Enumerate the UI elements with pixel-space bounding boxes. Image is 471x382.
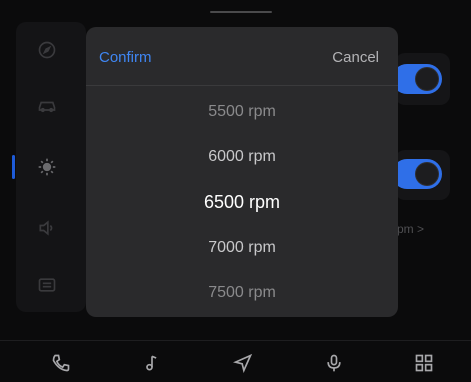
vehicle-settings-screen: pm > Confirm Cancel 5500 rpm 6000 rpm 65… <box>0 0 471 382</box>
car-icon[interactable] <box>32 90 62 120</box>
setting-toggle-1[interactable] <box>392 64 442 94</box>
picker-option[interactable]: 7500 rpm <box>86 284 398 302</box>
active-nav-indicator <box>12 155 15 179</box>
confirm-button[interactable]: Confirm <box>99 49 152 66</box>
music-icon[interactable] <box>139 350 165 376</box>
compass-icon[interactable] <box>32 35 62 65</box>
microphone-icon[interactable] <box>321 350 347 376</box>
picker-divider <box>86 85 398 86</box>
picker-option-selected[interactable]: 6500 rpm <box>86 192 398 213</box>
setting-toggle-2[interactable] <box>392 159 442 189</box>
toggle-knob <box>415 67 439 91</box>
picker-option[interactable]: 6000 rpm <box>86 148 398 166</box>
rpm-value-row[interactable]: pm > <box>397 222 424 236</box>
bottom-nav-bar <box>0 342 471 382</box>
drag-handle[interactable] <box>210 11 272 13</box>
display-icon[interactable] <box>32 270 62 300</box>
cancel-button[interactable]: Cancel <box>332 49 379 66</box>
picker-header: Confirm Cancel <box>86 27 398 85</box>
volume-icon[interactable] <box>32 213 62 243</box>
brightness-icon[interactable] <box>32 152 62 182</box>
toggle-knob <box>415 162 439 186</box>
phone-icon[interactable] <box>48 350 74 376</box>
picker-option[interactable]: 7000 rpm <box>86 239 398 257</box>
rpm-picker-dialog: Confirm Cancel 5500 rpm 6000 rpm 6500 rp… <box>86 27 398 317</box>
bottom-divider <box>0 340 471 341</box>
navigation-icon[interactable] <box>230 350 256 376</box>
picker-option[interactable]: 5500 rpm <box>86 103 398 121</box>
apps-grid-icon[interactable] <box>411 350 437 376</box>
